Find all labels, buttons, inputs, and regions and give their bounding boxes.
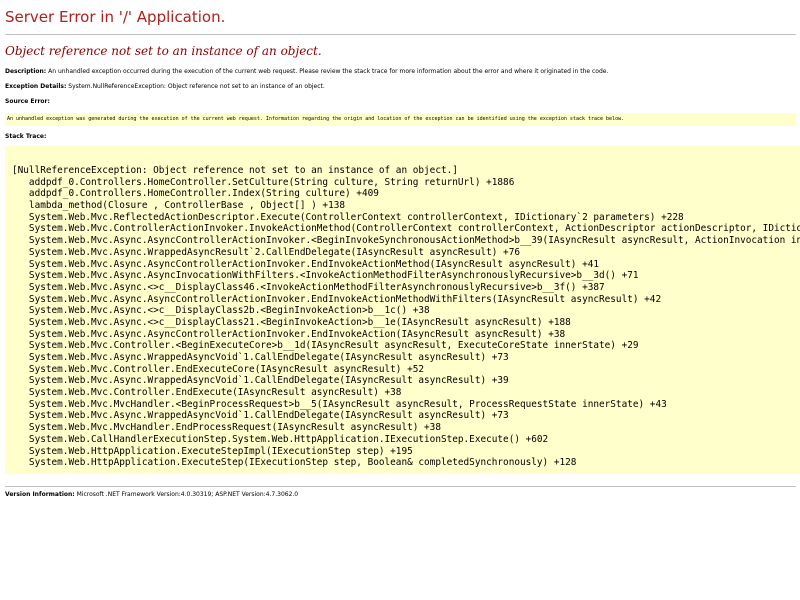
error-message: Object reference not set to an instance … xyxy=(5,44,322,58)
stack-trace-box[interactable]: [NullReferenceException: Object referenc… xyxy=(5,146,800,474)
description-label: Description: xyxy=(5,68,47,75)
version-info-section: Version Information: Microsoft .NET Fram… xyxy=(5,491,298,499)
page-title: Server Error in '/' Application. xyxy=(5,8,226,26)
stack-trace-line: System.Web.Mvc.Async.<>c__DisplayClass21… xyxy=(12,316,571,328)
stack-trace-line: System.Web.Mvc.Controller.EndExecute(IAs… xyxy=(12,387,402,399)
stack-trace-line: System.Web.Mvc.MvcHandler.<BeginProcessR… xyxy=(12,398,667,410)
description-section: Description: An unhandled exception occu… xyxy=(5,68,608,76)
stack-trace-line: System.Web.Mvc.MvcHandler.EndProcessRequ… xyxy=(12,422,441,434)
version-info-text: Microsoft .NET Framework Version:4.0.303… xyxy=(76,491,299,498)
stack-trace-line: System.Web.Mvc.Controller.<BeginExecuteC… xyxy=(12,340,639,352)
stack-trace-line: System.Web.HttpApplication.ExecuteStepIm… xyxy=(12,445,413,457)
source-error-section: Source Error: xyxy=(5,98,50,106)
exception-details-label: Exception Details: xyxy=(5,83,67,90)
stack-trace-line: System.Web.Mvc.Async.AsyncControllerActi… xyxy=(12,258,599,270)
stack-trace-line: System.Web.HttpApplication.ExecuteStep(I… xyxy=(12,457,577,469)
stack-trace-section: Stack Trace: xyxy=(5,133,46,141)
version-info-label: Version Information: xyxy=(5,491,75,498)
source-error-label: Source Error: xyxy=(5,98,50,105)
description-text: An unhandled exception occurred during t… xyxy=(48,68,609,75)
source-error-text: An unhandled exception was generated dur… xyxy=(7,116,625,122)
exception-details-text: System.NullReferenceException: Object re… xyxy=(68,83,325,90)
stack-trace-lines: [NullReferenceException: Object referenc… xyxy=(12,165,800,469)
stack-trace-line: System.Web.Mvc.Controller.EndExecuteCore… xyxy=(12,363,425,375)
stack-trace-line: System.Web.Mvc.Async.<>c__DisplayClass2b… xyxy=(12,305,430,317)
stack-trace-line: [NullReferenceException: Object referenc… xyxy=(12,165,458,176)
stack-trace-line: addpdf_0.Controllers.HomeController.SetC… xyxy=(12,176,515,188)
stack-trace-line: System.Web.Mvc.Async.AsyncInvocationWith… xyxy=(12,270,639,282)
stack-trace-line: System.Web.Mvc.Async.AsyncControllerActi… xyxy=(12,235,800,247)
stack-trace-line: System.Web.Mvc.Async.WrappedAsyncVoid`1.… xyxy=(12,410,509,422)
top-divider xyxy=(5,34,796,35)
stack-trace-line: System.Web.CallHandlerExecutionStep.Syst… xyxy=(12,433,549,445)
stack-trace-line: System.Web.Mvc.Async.WrappedAsyncVoid`1.… xyxy=(12,375,509,387)
stack-trace-label: Stack Trace: xyxy=(5,133,47,140)
stack-trace-line: System.Web.Mvc.Async.AsyncControllerActi… xyxy=(12,328,566,340)
bottom-divider xyxy=(5,486,796,487)
exception-details-section: Exception Details: System.NullReferenceE… xyxy=(5,83,325,91)
error-page: Server Error in '/' Application. Object … xyxy=(0,0,800,600)
stack-trace-line: System.Web.Mvc.ControllerActionInvoker.I… xyxy=(12,223,800,235)
stack-trace-line: System.Web.Mvc.Async.AsyncControllerActi… xyxy=(12,293,662,305)
stack-trace-line: System.Web.Mvc.Async.<>c__DisplayClass46… xyxy=(12,281,605,293)
source-error-box: An unhandled exception was generated dur… xyxy=(5,113,796,126)
stack-trace-line: lambda_method(Closure , ControllerBase ,… xyxy=(12,200,346,212)
stack-trace-line: addpdf_0.Controllers.HomeController.Inde… xyxy=(12,188,379,200)
stack-trace-line: System.Web.Mvc.ReflectedActionDescriptor… xyxy=(12,211,684,223)
stack-trace-line: System.Web.Mvc.Async.WrappedAsyncVoid`1.… xyxy=(12,352,509,363)
stack-trace-line: System.Web.Mvc.Async.WrappedAsyncResult`… xyxy=(12,246,520,258)
